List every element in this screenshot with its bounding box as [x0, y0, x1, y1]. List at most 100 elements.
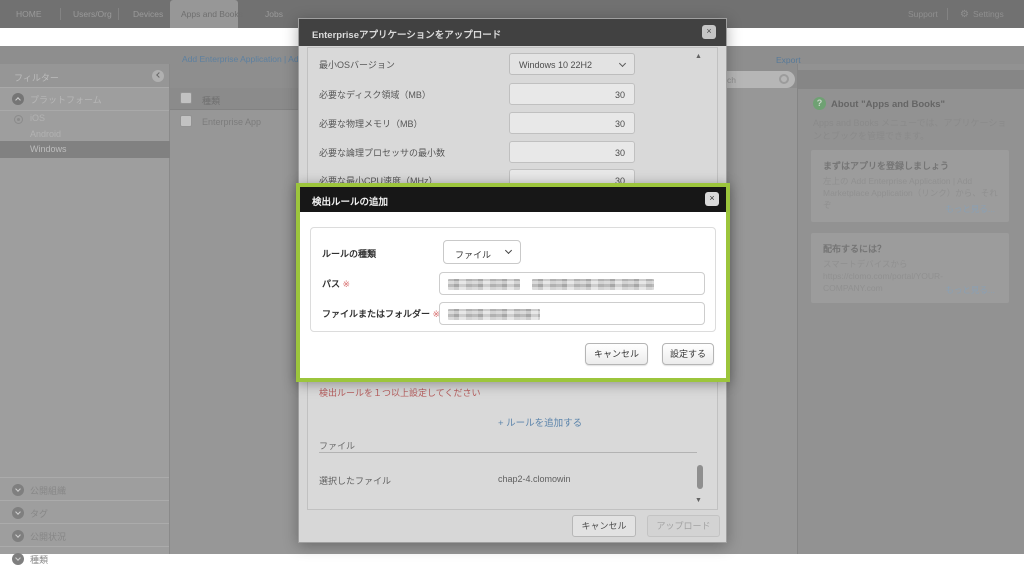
memory-input[interactable]: 30	[509, 112, 635, 134]
card-title: 配布するには？	[823, 242, 886, 255]
processors-value: 30	[615, 148, 625, 158]
scroll-up-icon[interactable]: ▲	[695, 53, 702, 60]
rule-type-value: ファイル	[455, 248, 491, 261]
folder-label-text: ファイルまたはフォルダー	[322, 309, 430, 319]
close-icon[interactable]: ×	[705, 192, 719, 206]
sidebar-group-publish-status[interactable]: 公開状況	[0, 523, 169, 546]
filter-header: フィルター	[0, 64, 169, 88]
ios-label: iOS	[30, 113, 45, 123]
radio-icon	[14, 115, 23, 124]
path-label-text: パス	[322, 279, 340, 289]
settings-link[interactable]: Settings	[973, 9, 1004, 19]
group-label: タグ	[30, 507, 48, 520]
group-label: 公開組織	[30, 484, 66, 497]
search-icon	[779, 74, 789, 84]
help-panel-band	[798, 70, 1024, 89]
redacted-folder-value	[448, 309, 540, 320]
gear-icon: ⚙	[960, 9, 969, 20]
column-header-type: 種類	[202, 94, 220, 107]
filter-title: フィルター	[14, 71, 59, 84]
field-label-memory: 必要な物理メモリ（MB）	[319, 117, 423, 130]
help-card-register: まずはアプリを登録しましょう 左上の Add Enterprise Applic…	[811, 150, 1009, 222]
memory-value: 30	[615, 119, 625, 129]
selected-file-label: 選択したファイル	[319, 474, 391, 487]
help-card-distribute: 配布するには？ スマートデバイスから https://clomo.com/por…	[811, 233, 1009, 303]
disk-space-value: 30	[615, 90, 625, 100]
add-detection-rule-modal: 検出ルールの追加 × ルールの種類 ファイル パス ※ ファイルまたはフォルダー…	[296, 183, 730, 382]
divider	[319, 452, 697, 453]
tab-users-org[interactable]: Users/Org	[73, 9, 112, 19]
support-link[interactable]: Support	[908, 9, 938, 19]
windows-label: Windows	[30, 144, 67, 154]
group-label: 種類	[30, 553, 48, 566]
tab-home[interactable]: HOME	[16, 9, 42, 19]
divider	[0, 110, 169, 111]
nav-divider	[947, 8, 948, 20]
file-or-folder-label: ファイルまたはフォルダー ※	[322, 307, 440, 320]
os-version-value: Windows 10 22H2	[519, 60, 592, 70]
field-label-disk: 必要なディスク領域（MB）	[319, 88, 431, 101]
close-icon[interactable]: ×	[702, 25, 716, 39]
redacted-path-value	[448, 279, 520, 290]
upload-modal-header: Enterpriseアプリケーションをアップロード ×	[299, 19, 726, 46]
os-version-select[interactable]: Windows 10 22H2	[509, 53, 635, 75]
file-section-label: ファイル	[319, 439, 355, 452]
tab-jobs[interactable]: Jobs	[265, 9, 283, 19]
chevron-down-circle-icon	[12, 553, 24, 565]
field-label-processors: 必要な論理プロセッサの最小数	[319, 146, 445, 159]
rule-type-label: ルールの種類	[322, 247, 376, 260]
filter-sidebar: フィルター プラットフォーム iOS Android Windows 公開組織 …	[0, 64, 170, 554]
rule-cancel-button[interactable]: キャンセル	[585, 343, 648, 365]
chevron-down-icon	[505, 247, 512, 254]
chevron-down-circle-icon	[12, 530, 24, 542]
see-more-link[interactable]: もっと見る...	[945, 203, 995, 215]
chevron-down-circle-icon	[12, 484, 24, 496]
scrollbar-thumb[interactable]	[697, 465, 703, 489]
nav-divider	[118, 8, 119, 20]
platform-group-label: プラットフォーム	[30, 93, 102, 106]
help-panel: ? About "Apps and Books" Apps and Books …	[797, 64, 1024, 554]
card-title: まずはアプリを登録しましょう	[823, 159, 949, 172]
sidebar-item-windows-selected[interactable]: Windows	[0, 141, 170, 158]
validation-message: 検出ルールを１つ以上設定してください	[319, 386, 480, 399]
chevron-up-circle-icon	[12, 93, 24, 105]
rule-submit-button[interactable]: 設定する	[662, 343, 714, 365]
tab-devices[interactable]: Devices	[133, 9, 163, 19]
chevron-down-circle-icon	[12, 507, 24, 519]
disk-space-input[interactable]: 30	[509, 83, 635, 105]
processors-input[interactable]: 30	[509, 141, 635, 163]
sidebar-group-tag[interactable]: タグ	[0, 500, 169, 523]
cancel-button[interactable]: キャンセル	[572, 515, 636, 537]
scroll-down-icon[interactable]: ▼	[695, 497, 702, 504]
path-label: パス ※	[322, 277, 350, 290]
add-enterprise-application-link[interactable]: Add Enterprise Application | Add	[182, 54, 303, 64]
app-root: HOME Users/Org Devices Apps and Books Jo…	[0, 0, 1024, 576]
group-label: 公開状況	[30, 530, 66, 543]
help-title: About "Apps and Books"	[831, 99, 945, 110]
nav-divider	[60, 8, 61, 20]
upload-button-disabled[interactable]: アップロード	[647, 515, 720, 537]
rule-modal-title: 検出ルールの追加	[312, 194, 388, 208]
rule-modal-header: 検出ルールの追加 ×	[300, 187, 726, 212]
upload-modal-title: Enterpriseアプリケーションをアップロード	[312, 27, 501, 41]
selected-file-value: chap2-4.clomowin	[498, 474, 571, 484]
path-input[interactable]	[439, 272, 705, 295]
tab-apps-and-books[interactable]: Apps and Books	[181, 9, 243, 19]
chevron-down-icon	[619, 60, 626, 67]
field-label-os-version: 最小OSバージョン	[319, 58, 395, 71]
file-or-folder-input[interactable]	[439, 302, 705, 325]
help-description: Apps and Books メニューでは、アプリケーションとブックを管理できま…	[813, 117, 1011, 143]
see-more-link[interactable]: もっと見る...	[945, 284, 995, 296]
row-label: Enterprise App	[202, 117, 261, 127]
rule-type-select[interactable]: ファイル	[443, 240, 521, 264]
android-label: Android	[30, 129, 61, 139]
collapse-sidebar-icon[interactable]	[152, 70, 164, 82]
sidebar-group-type[interactable]: 種類	[0, 546, 169, 554]
redacted-path-value	[532, 279, 654, 290]
row-checkbox[interactable]	[180, 115, 192, 127]
required-mark: ※	[343, 279, 351, 289]
help-icon: ?	[813, 97, 826, 110]
sidebar-group-organization[interactable]: 公開組織	[0, 477, 169, 500]
add-rule-link[interactable]: + ルールを追加する	[498, 415, 582, 429]
select-all-checkbox[interactable]	[180, 92, 192, 104]
